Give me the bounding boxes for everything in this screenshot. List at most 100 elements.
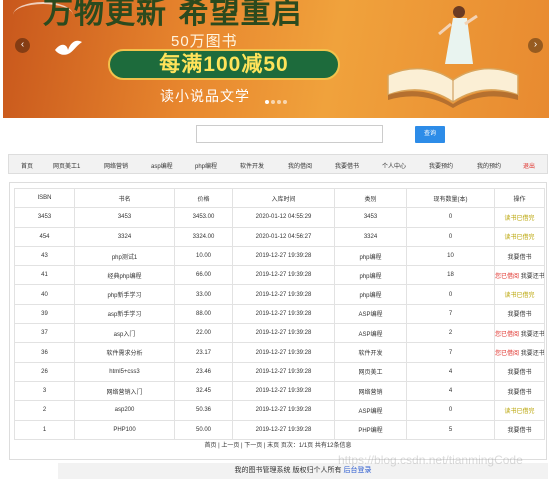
table-row: 37 asp入门 22.00 2019-12-27 19:39:28 ASP编程 2 您已借… — [14, 323, 545, 344]
carousel-dot[interactable] — [265, 100, 269, 104]
borrow-book-link[interactable]: 我要借书 — [507, 255, 531, 261]
cell-title: asp入门 — [74, 323, 175, 344]
cell-quantity: 0 — [406, 226, 495, 247]
return-book-link[interactable]: 我要还书 — [521, 351, 544, 357]
cell-title: PHP100 — [74, 419, 175, 440]
cell-action: 我要借书 — [494, 380, 545, 402]
cell-category: php编程 — [334, 245, 407, 267]
nav-item-my-reserve[interactable]: 我的预约 — [477, 161, 501, 170]
cell-isbn: 454 — [14, 226, 75, 247]
cell-category: 软件开发 — [334, 342, 407, 363]
sold-out-status: 读书已借完 — [504, 293, 535, 300]
cell-category: PHP编程 — [334, 419, 407, 440]
cell-quantity: 5 — [406, 419, 495, 440]
banner-carousel[interactable]: 万物更新 希望重启 50万图书 每满100减50 读小说品文学 ‹ › — [3, 0, 549, 118]
cell-quantity: 7 — [406, 303, 495, 325]
cell-quantity: 18 — [406, 265, 495, 286]
borrow-book-link[interactable]: 我要借书 — [507, 428, 531, 434]
nav-item-software[interactable]: 软件开发 — [240, 161, 264, 170]
banner-title: 万物更新 希望重启 — [43, 0, 303, 31]
col-title: 书名 — [74, 187, 175, 209]
cell-isbn: 43 — [14, 245, 75, 267]
table-row: 43 php测试1 10.00 2019-12-27 19:39:28 php编程 10 我… — [14, 245, 545, 267]
cell-time: 2020-01-12 04:56:27 — [232, 226, 335, 247]
cell-time: 2020-01-12 04:55:29 — [232, 207, 335, 228]
cell-quantity: 4 — [406, 380, 495, 402]
footer-copyright: 我的图书管理系统 版权归个人所有 — [234, 467, 342, 474]
main-nav: 首页 网页美工1 网络营销 asp编程 php编程 软件开发 我的借阅 我要借书… — [8, 154, 548, 174]
cell-time: 2019-12-27 19:39:28 — [232, 419, 335, 440]
cell-isbn: 1 — [14, 419, 75, 440]
table-row: 2 asp200 50.36 2019-12-27 19:39:28 ASP编程 0 读书已… — [14, 400, 545, 421]
cell-category: 3453 — [334, 207, 407, 228]
cell-title: 3324 — [74, 226, 175, 247]
watermark: https://blog.csdn.net/tianmingCode — [338, 453, 523, 467]
nav-item-reserve[interactable]: 我要预约 — [429, 161, 453, 170]
carousel-dot[interactable] — [283, 100, 287, 104]
carousel-dot[interactable] — [277, 100, 281, 104]
cell-quantity: 0 — [406, 284, 495, 305]
cell-price: 23.46 — [174, 361, 233, 382]
cell-price: 50.00 — [174, 419, 233, 440]
table-row: 3453 3453 3453.00 2020-01-12 04:55:29 3453 0 读… — [14, 207, 545, 228]
borrowed-status: 您已借阅 — [495, 351, 520, 358]
search-button[interactable]: 查询 — [415, 126, 445, 143]
nav-item-logout[interactable]: 退出 — [523, 161, 535, 170]
cell-price: 66.00 — [174, 265, 233, 286]
cell-time: 2019-12-27 19:39:28 — [232, 342, 335, 363]
cell-action: 您已借阅 我要还书 — [494, 265, 545, 286]
cell-action: 读书已借完 — [494, 207, 545, 228]
nav-item-php[interactable]: php编程 — [195, 161, 217, 170]
cell-price: 10.00 — [174, 245, 233, 267]
table-row: 454 3324 3324.00 2020-01-12 04:56:27 3324 0 读书… — [14, 226, 545, 247]
cell-price: 33.00 — [174, 284, 233, 305]
carousel-prev-button[interactable]: ‹ — [15, 38, 30, 53]
admin-login-link[interactable]: 后台登录 — [343, 467, 371, 474]
cell-time: 2019-12-27 19:39:28 — [232, 245, 335, 267]
cell-time: 2019-12-27 19:39:28 — [232, 303, 335, 325]
table-row: 40 php新手学习 33.00 2019-12-27 19:39:28 php编程 0 读… — [14, 284, 545, 305]
return-book-link[interactable]: 我要还书 — [521, 332, 544, 338]
nav-item-web-design[interactable]: 网页美工1 — [53, 161, 80, 170]
carousel-dot[interactable] — [271, 100, 275, 104]
borrow-book-link[interactable]: 我要借书 — [507, 390, 531, 396]
cell-title: html5+css3 — [74, 361, 175, 382]
borrow-book-link[interactable]: 我要借书 — [507, 312, 531, 318]
cell-category: ASP编程 — [334, 323, 407, 344]
nav-item-marketing[interactable]: 网络营销 — [104, 161, 128, 170]
cell-isbn: 2 — [14, 400, 75, 421]
cell-isbn: 26 — [14, 361, 75, 382]
borrowed-status: 您已借阅 — [495, 273, 520, 280]
cell-time: 2019-12-27 19:39:28 — [232, 380, 335, 402]
nav-item-home[interactable]: 首页 — [21, 161, 33, 170]
book-table: ISBN 书名 价格 入库时间 类别 现有数量(本) 操作 3453 3453 34… — [14, 187, 545, 440]
cell-quantity: 2 — [406, 323, 495, 344]
cell-price: 32.45 — [174, 380, 233, 402]
borrow-book-link[interactable]: 我要借书 — [507, 370, 531, 376]
cell-price: 50.36 — [174, 400, 233, 421]
table-row: 41 经典php编程 66.00 2019-12-27 19:39:28 php编程 18… — [14, 265, 545, 286]
table-row: 39 asp新手学习 88.00 2019-12-27 19:39:28 ASP编程 7 我… — [14, 303, 545, 325]
nav-item-asp[interactable]: asp编程 — [151, 161, 173, 170]
cell-price: 23.17 — [174, 342, 233, 363]
search-input[interactable] — [196, 125, 383, 143]
cell-price: 22.00 — [174, 323, 233, 344]
nav-item-my-borrow[interactable]: 我的借阅 — [288, 161, 312, 170]
cell-title: 经典php编程 — [74, 265, 175, 286]
cell-title: asp新手学习 — [74, 303, 175, 325]
sold-out-status: 读书已借完 — [504, 408, 535, 415]
return-book-link[interactable]: 我要还书 — [521, 274, 544, 280]
pagination[interactable]: 首页 | 上一页 | 下一页 | 末页 页次：1/1页 共有12条信息 — [10, 440, 546, 449]
cell-isbn: 37 — [14, 323, 75, 344]
cell-action: 读书已借完 — [494, 400, 545, 421]
nav-item-profile[interactable]: 个人中心 — [382, 161, 406, 170]
cell-action: 读书已借完 — [494, 226, 545, 247]
cell-price: 3453.00 — [174, 207, 233, 228]
table-row: 36 软件需求分析 23.17 2019-12-27 19:39:28 软件开发 7 您已借… — [14, 342, 545, 363]
cell-category: 网页美工 — [334, 361, 407, 382]
cell-title: 软件需求分析 — [74, 342, 175, 363]
carousel-next-button[interactable]: › — [528, 38, 543, 53]
col-quantity: 现有数量(本) — [406, 187, 495, 209]
cell-isbn: 40 — [14, 284, 75, 305]
nav-item-borrow-book[interactable]: 我要借书 — [335, 161, 359, 170]
